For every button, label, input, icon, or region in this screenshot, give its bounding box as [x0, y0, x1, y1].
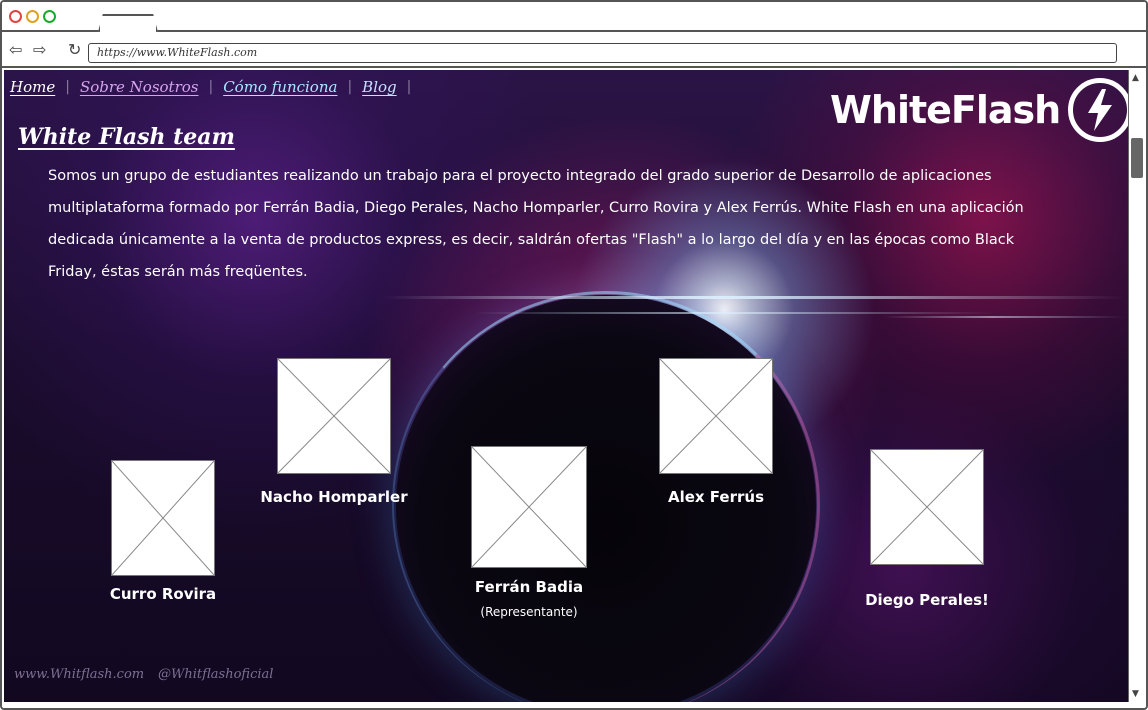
member-photo-placeholder — [277, 358, 391, 474]
member-photo-placeholder — [111, 460, 215, 576]
footer-website-link[interactable]: www.Whitflash.com — [14, 667, 144, 682]
member-role: (Representante) — [480, 605, 578, 619]
nav-link-how-it-works[interactable]: Cómo funciona — [223, 78, 337, 96]
lightning-bolt-icon — [1088, 89, 1113, 131]
image-placeholder-icon — [472, 447, 586, 567]
title-bar — [2, 2, 1146, 32]
team-member-card: Curro Rovira — [109, 460, 217, 603]
image-placeholder-icon — [871, 450, 983, 564]
member-photo-placeholder — [659, 358, 773, 474]
nav-link-blog[interactable]: Blog — [362, 78, 396, 96]
image-placeholder-icon — [660, 359, 772, 473]
image-placeholder-icon — [278, 359, 390, 473]
lightning-bolt-icon — [1068, 78, 1128, 142]
reload-icon[interactable]: ↻ — [68, 42, 81, 58]
member-name: Ferrán Badia — [474, 578, 584, 596]
maximize-window-icon[interactable] — [43, 10, 56, 23]
team-member-card: Diego Perales! — [865, 449, 989, 609]
arrow-left-icon[interactable]: ⇦ — [9, 42, 22, 58]
minimize-window-icon[interactable] — [26, 10, 39, 23]
logo-text: WhiteFlash — [830, 88, 1061, 132]
main-nav: Home | Sobre Nosotros | Cómo funciona | … — [10, 78, 421, 96]
page-title: White Flash team — [18, 124, 235, 150]
member-name: Curro Rovira — [109, 585, 217, 603]
member-name: Nacho Homparler — [260, 488, 408, 506]
close-window-icon[interactable] — [9, 10, 22, 23]
browser-window: ⇦ ⇨ ↻ https://www.WhiteFlash.com Home | … — [0, 0, 1148, 710]
nav-link-home[interactable]: Home — [10, 78, 55, 96]
intro-paragraph: Somos un grupo de estudiantes realizando… — [48, 168, 1024, 280]
image-placeholder-icon — [112, 461, 214, 575]
team-member-card: Alex Ferrús — [659, 358, 773, 508]
scroll-down-icon[interactable]: ▼ — [1132, 689, 1139, 699]
site-logo[interactable]: WhiteFlash — [830, 78, 1128, 142]
team-member-card: Nacho Homparler — [260, 358, 408, 508]
nav-separator: | — [406, 79, 412, 95]
arrow-right-icon[interactable]: ⇨ — [33, 42, 46, 58]
nav-separator: | — [347, 79, 353, 95]
browser-tab[interactable] — [98, 14, 158, 32]
member-photo-placeholder — [870, 449, 984, 565]
member-name: Diego Perales! — [865, 591, 989, 609]
footer-social-handle[interactable]: @Whitflashoficial — [158, 667, 273, 682]
scroll-up-icon[interactable]: ▲ — [1132, 73, 1139, 83]
team-member-card: Ferrán Badia (Representante) — [471, 446, 587, 626]
background-flare — [384, 296, 1124, 299]
nav-separator: | — [208, 79, 214, 95]
nav-link-about[interactable]: Sobre Nosotros — [80, 78, 199, 96]
scrollbar-thumb[interactable] — [1131, 138, 1143, 178]
url-input[interactable]: https://www.WhiteFlash.com — [88, 43, 1117, 63]
address-bar: ⇦ ⇨ ↻ https://www.WhiteFlash.com — [2, 34, 1146, 68]
background-flare — [474, 312, 994, 314]
page-viewport: Home | Sobre Nosotros | Cómo funciona | … — [4, 70, 1128, 702]
vertical-scrollbar[interactable]: ▲ ▼ — [1128, 70, 1146, 702]
member-name: Alex Ferrús — [667, 488, 765, 506]
member-photo-placeholder — [471, 446, 587, 568]
background-flare — [884, 316, 1124, 318]
nav-separator: | — [65, 79, 70, 95]
